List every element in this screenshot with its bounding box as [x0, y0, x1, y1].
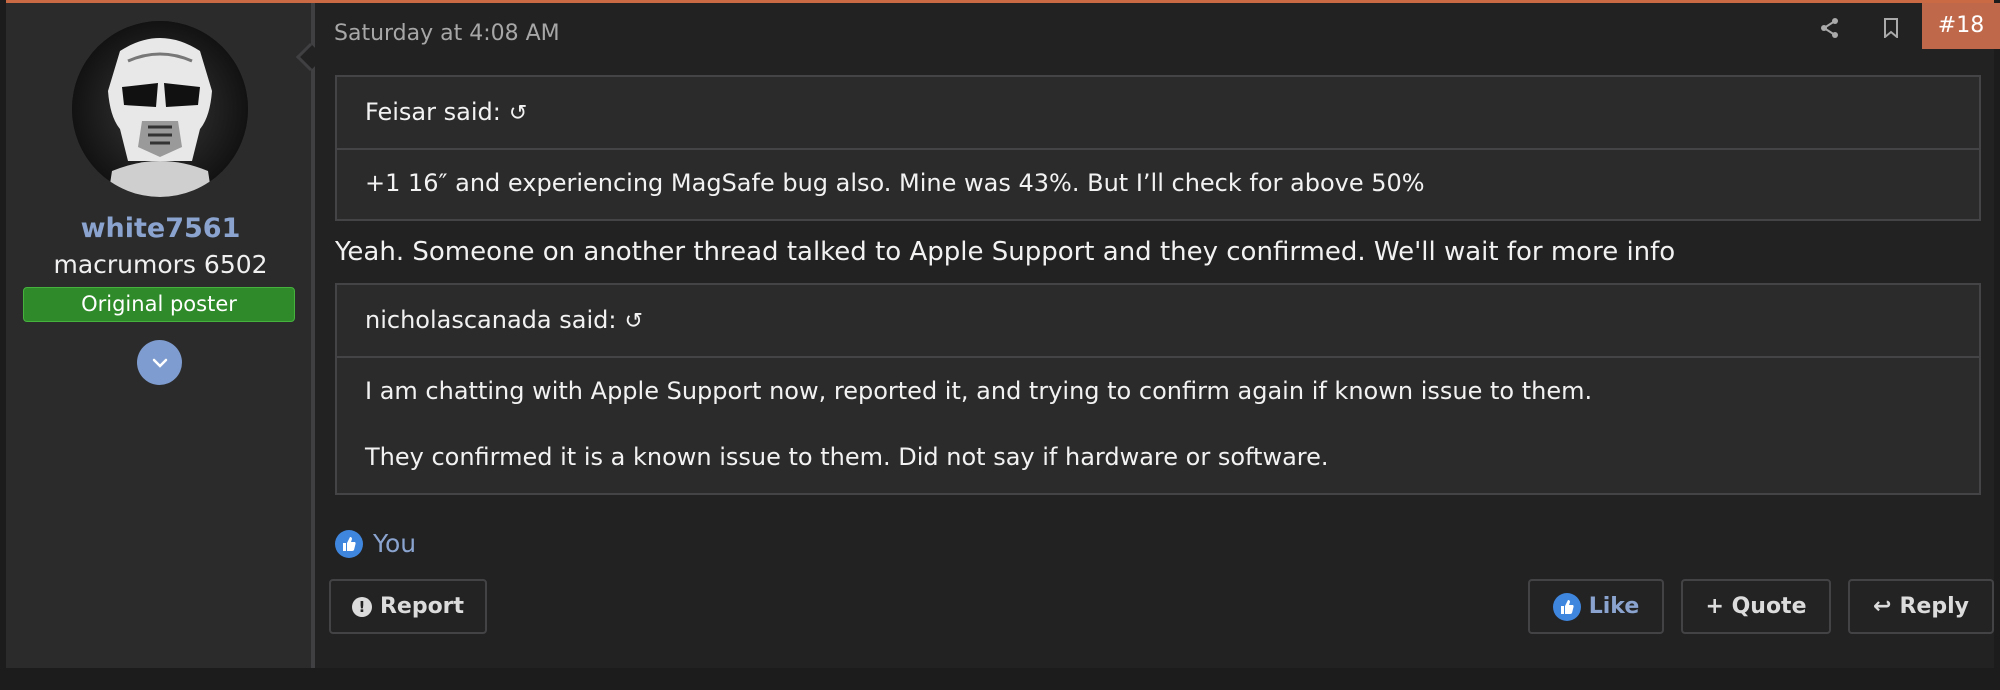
go-to-original-icon[interactable]: ↺ — [624, 309, 642, 334]
post-text: Yeah. Someone on another thread talked t… — [335, 237, 1676, 267]
thumbs-up-icon — [1552, 592, 1581, 621]
like-button[interactable]: Like — [1528, 579, 1664, 634]
thumbs-up-icon — [335, 529, 363, 558]
report-button[interactable]: ! Report — [329, 579, 487, 634]
share-icon[interactable] — [1815, 13, 1845, 43]
user-title: macrumors 6502 — [53, 250, 268, 279]
quote-content: I am chatting with Apple Support now, re… — [337, 358, 1979, 490]
reaction-users[interactable]: You — [373, 529, 416, 558]
reply-icon: ↩ — [1873, 594, 1892, 619]
expand-user-info-button[interactable] — [137, 340, 182, 385]
quote-text: They confirmed it is a known issue to th… — [365, 443, 1329, 471]
bookmark-icon[interactable] — [1876, 13, 1906, 43]
alert-icon: ! — [351, 596, 372, 617]
message-post: white7561 macrumors 6502 Original poster… — [6, 0, 2000, 668]
report-label: Report — [379, 594, 465, 619]
quote-block: Feisar said: ↺ +1 16″ and experiencing Ma… — [335, 75, 1981, 221]
user-cell: white7561 macrumors 6502 Original poster — [6, 3, 315, 668]
quote-block: nicholascanada said: ↺ I am chatting with… — [335, 283, 1981, 495]
quote-header[interactable]: Feisar said: ↺ — [337, 77, 1979, 150]
original-poster-badge: Original poster — [23, 287, 295, 322]
message-main: Saturday at 4:08 AM #18 Feisar said: ↺ +1… — [319, 3, 2000, 668]
reply-button[interactable]: ↩ Reply — [1848, 579, 1994, 634]
quote-author: nicholascanada said: — [365, 306, 617, 334]
avatar[interactable] — [72, 21, 248, 197]
quote-label: + Quote — [1705, 594, 1807, 619]
reply-label: Reply — [1899, 594, 1969, 619]
quote-button[interactable]: + Quote — [1681, 579, 1831, 634]
quote-header[interactable]: nicholascanada said: ↺ — [337, 285, 1979, 358]
quote-text: +1 16″ and experiencing MagSafe bug also… — [365, 169, 1425, 197]
like-label: Like — [1588, 594, 1640, 619]
username[interactable]: white7561 — [6, 213, 315, 244]
quote-content: +1 16″ and experiencing MagSafe bug also… — [337, 150, 1979, 216]
quote-text: I am chatting with Apple Support now, re… — [365, 377, 1593, 405]
reactions-bar[interactable]: You — [335, 529, 416, 558]
post-number[interactable]: #18 — [1922, 3, 2000, 49]
chevron-down-icon — [152, 358, 168, 368]
post-date[interactable]: Saturday at 4:08 AM — [334, 21, 560, 46]
go-to-original-icon[interactable]: ↺ — [509, 101, 527, 126]
quote-author: Feisar said: — [365, 98, 501, 126]
